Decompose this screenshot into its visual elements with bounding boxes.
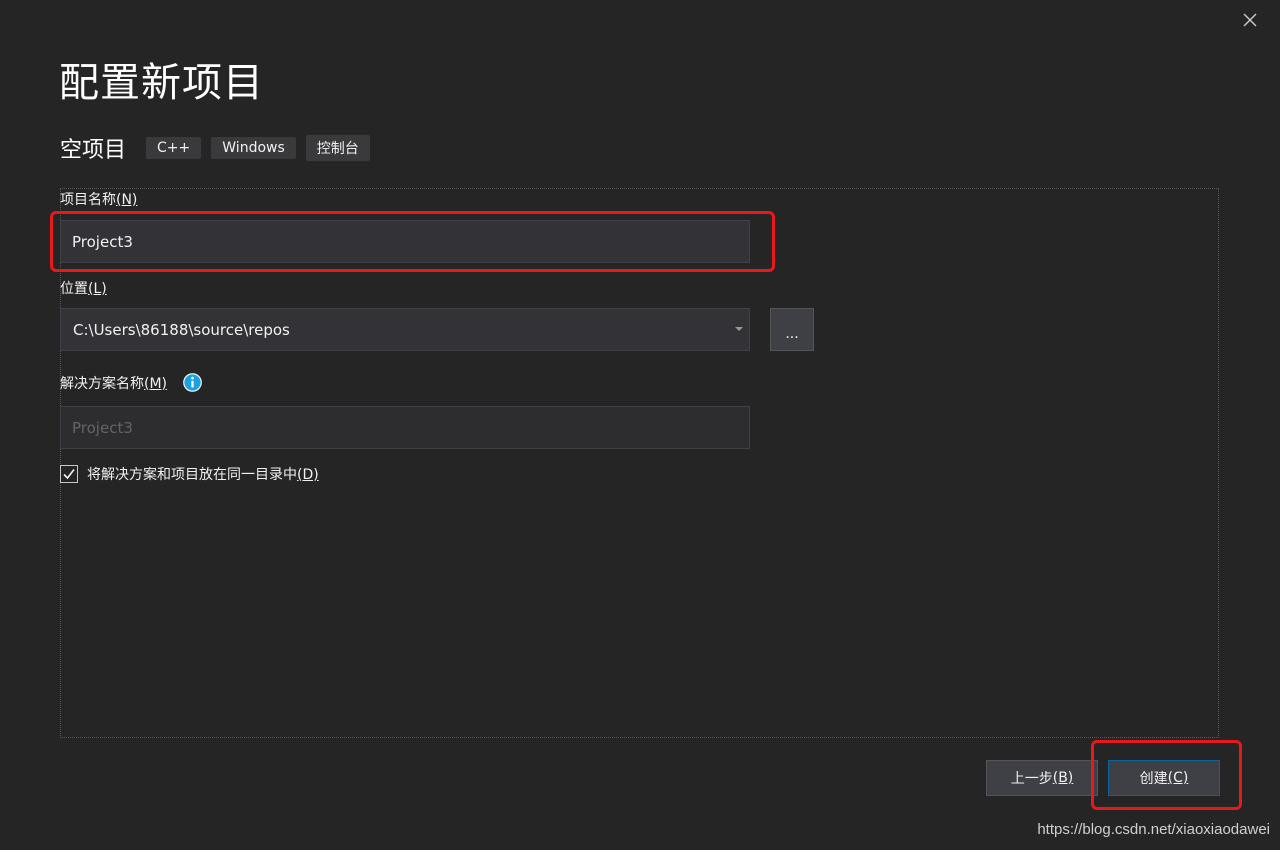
info-icon[interactable]: [183, 373, 202, 392]
chevron-down-icon[interactable]: [735, 327, 743, 331]
solution-name-input[interactable]: Project3: [60, 406, 750, 449]
solution-name-mnemonic: (M): [144, 376, 168, 392]
solution-name-label-text: 解决方案名称: [60, 376, 144, 392]
same-directory-label: 将解决方案和项目放在同一目录中(D): [87, 464, 319, 484]
page-title: 配置新项目: [59, 60, 264, 106]
close-icon: [1243, 13, 1257, 27]
project-name-label: 项目名称(N): [60, 189, 137, 209]
location-label: 位置(L): [60, 278, 107, 298]
template-name: 空项目: [60, 138, 127, 163]
tag-project-type: 控制台: [305, 135, 370, 161]
project-name-label-text: 项目名称: [60, 192, 116, 208]
browse-button[interactable]: ...: [770, 308, 814, 351]
back-button-label: 上一步: [1010, 771, 1053, 787]
close-button[interactable]: [1236, 6, 1264, 34]
back-button[interactable]: 上一步 (B): [986, 760, 1098, 796]
back-mnemonic: (B): [1052, 770, 1074, 786]
project-name-mnemonic: (N): [116, 192, 138, 208]
same-directory-mnemonic: (D): [297, 467, 319, 483]
location-label-text: 位置: [60, 281, 88, 297]
location-mnemonic: (L): [88, 281, 107, 297]
annotation-highlight-create-button: [1091, 740, 1242, 810]
same-directory-label-text: 将解决方案和项目放在同一目录中: [87, 467, 297, 483]
location-value: C:\Users\86188\source\repos: [73, 320, 290, 339]
same-directory-option[interactable]: 将解决方案和项目放在同一目录中(D): [60, 463, 319, 485]
solution-name-label: 解决方案名称(M): [60, 373, 167, 393]
checkmark-icon: [63, 469, 75, 480]
template-header: 空项目 C++ Windows 控制台: [60, 133, 380, 163]
configure-project-dialog: 配置新项目 空项目 C++ Windows 控制台 项目名称(N) Projec…: [0, 0, 1280, 850]
tag-platform: Windows: [211, 137, 296, 159]
tag-language: C++: [146, 137, 202, 159]
same-directory-checkbox[interactable]: [60, 465, 78, 483]
annotation-highlight-project-name: [50, 211, 775, 272]
solution-name-placeholder: Project3: [72, 418, 133, 437]
location-combobox[interactable]: C:\Users\86188\source\repos: [60, 308, 750, 351]
watermark: https://blog.csdn.net/xiaoxiaodawei: [1037, 821, 1270, 838]
